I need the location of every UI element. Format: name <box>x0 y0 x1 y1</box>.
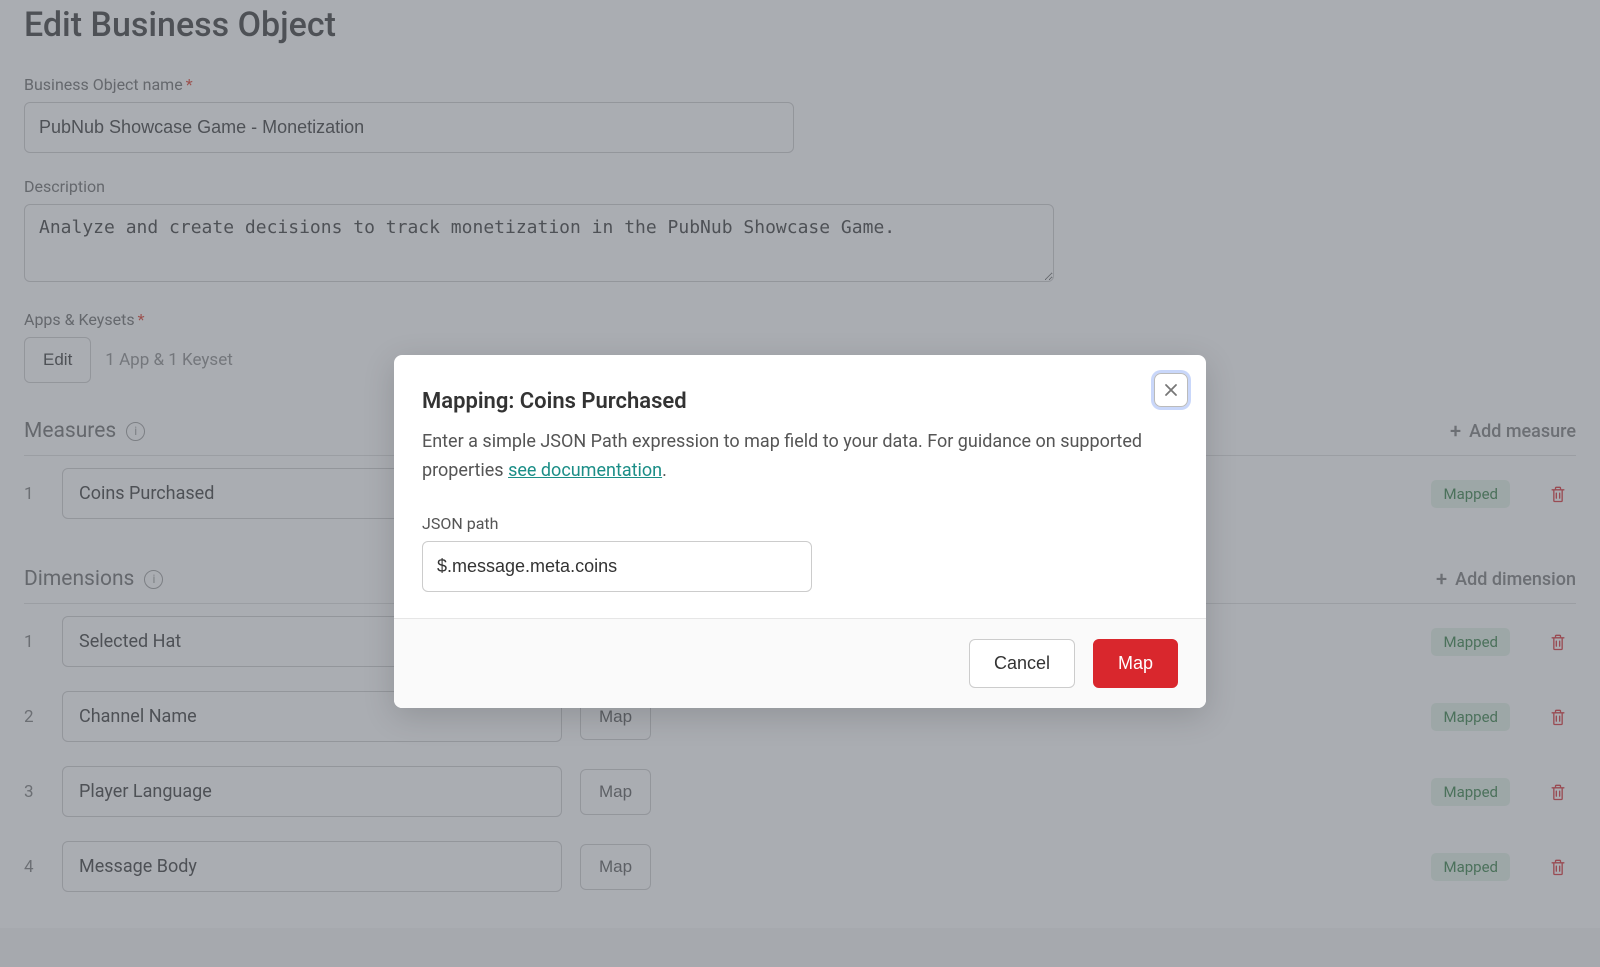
json-path-input[interactable] <box>422 541 812 592</box>
json-path-label: JSON path <box>422 514 1178 533</box>
close-icon <box>1163 382 1179 398</box>
documentation-link[interactable]: see documentation <box>508 460 662 481</box>
modal-overlay: Mapping: Coins Purchased Enter a simple … <box>0 0 1600 967</box>
cancel-button[interactable]: Cancel <box>969 639 1075 688</box>
modal-footer: Cancel Map <box>394 618 1206 708</box>
modal-desc-suffix: . <box>662 460 667 481</box>
modal-description: Enter a simple JSON Path expression to m… <box>422 428 1178 486</box>
map-button[interactable]: Map <box>1093 639 1178 688</box>
close-button[interactable] <box>1154 373 1188 407</box>
modal-title: Mapping: Coins Purchased <box>422 389 1178 414</box>
modal-body: Mapping: Coins Purchased Enter a simple … <box>394 355 1206 618</box>
mapping-modal: Mapping: Coins Purchased Enter a simple … <box>394 355 1206 708</box>
